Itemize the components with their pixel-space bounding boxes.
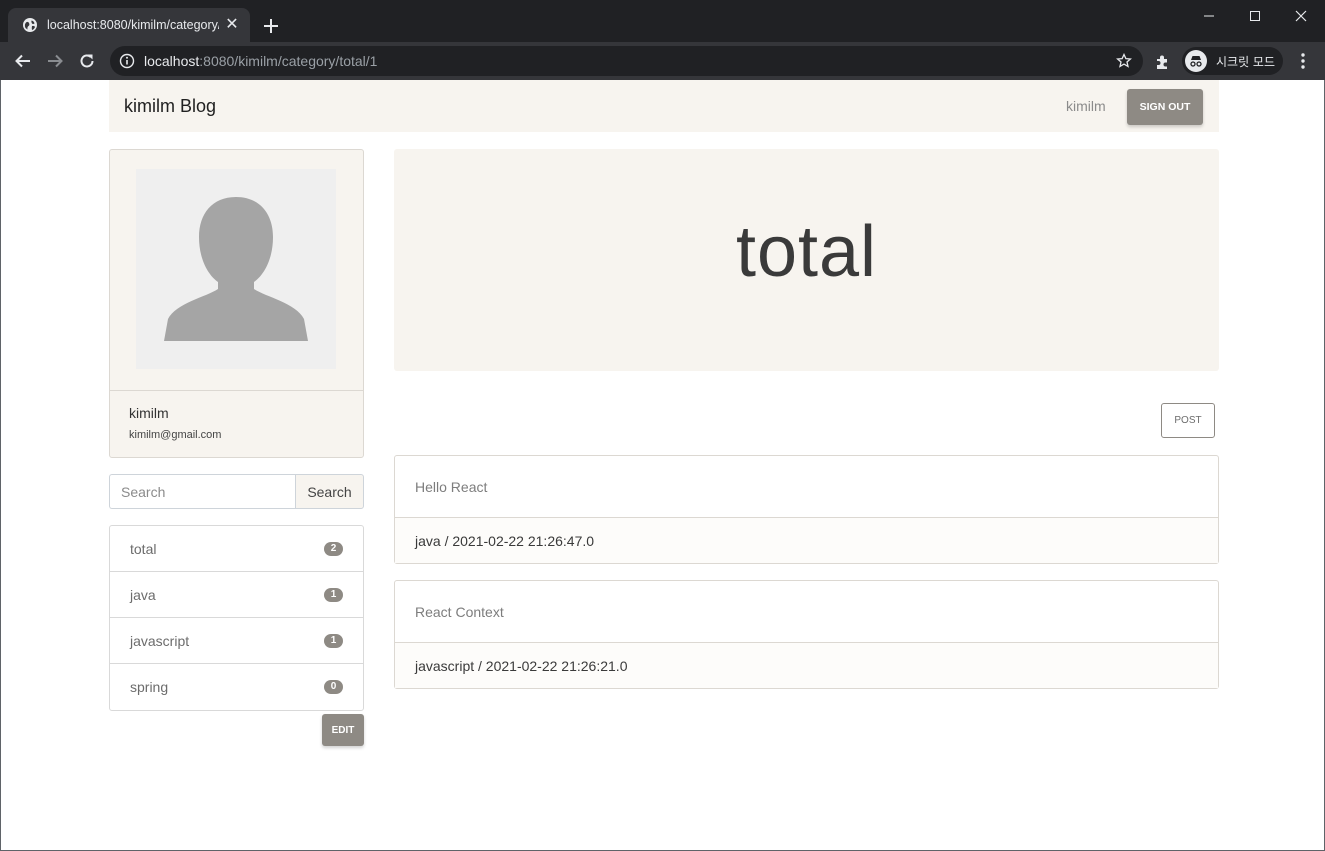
category-header: total — [394, 149, 1219, 371]
arrow-right-icon — [48, 54, 63, 68]
maximize-button[interactable] — [1232, 0, 1278, 32]
browser-tabstrip: localhost:8080/kimilm/category/total/1 ✕ — [0, 0, 1325, 42]
info-icon[interactable] — [119, 53, 135, 69]
category-item-java[interactable]: java 1 — [110, 572, 363, 618]
reload-icon — [80, 54, 94, 68]
close-tab-icon[interactable]: ✕ — [224, 17, 240, 33]
page-title: total — [735, 212, 878, 292]
category-label: spring — [130, 679, 169, 695]
tab-title: localhost:8080/kimilm/category/total/1 — [47, 18, 219, 32]
category-label: total — [130, 540, 157, 557]
new-post-button[interactable]: POST — [1161, 403, 1215, 438]
bookmark-star-icon[interactable] — [1116, 53, 1132, 69]
profile-card: kimilm kimilm@gmail.com — [109, 149, 364, 458]
category-label: java — [130, 586, 156, 603]
profile-email: kimilm@gmail.com — [129, 429, 222, 441]
edit-categories-button[interactable]: EDIT — [322, 714, 364, 746]
nav-username[interactable]: kimilm — [1066, 98, 1106, 114]
more-menu-icon[interactable] — [1293, 51, 1313, 71]
maximize-icon — [1250, 11, 1260, 21]
category-label: javascript — [130, 632, 190, 649]
post-footer: javascript / 2021-02-22 21:26:21.0 — [395, 642, 1218, 688]
category-list: total 2 java 1 javascript 1 spring 0 — [109, 525, 364, 711]
site-navbar: kimilm Blog kimilm SIGN OUT — [109, 80, 1219, 132]
close-window-button[interactable] — [1278, 0, 1324, 32]
post-meta: javascript / 2021-02-22 21:26:21.0 — [415, 658, 628, 674]
browser-toolbar: localhost:8080/kimilm/category/total/1 시… — [0, 42, 1325, 80]
category-count-badge: 2 — [324, 541, 343, 556]
post-meta: java / 2021-02-22 21:26:47.0 — [415, 533, 595, 549]
category-item-javascript[interactable]: javascript 1 — [110, 618, 363, 664]
url-text: localhost:8080/kimilm/category/total/1 — [144, 53, 378, 69]
category-item-spring[interactable]: spring 0 — [110, 664, 363, 710]
globe-icon — [23, 18, 37, 32]
back-button[interactable] — [11, 49, 35, 73]
search-button[interactable]: Search — [295, 474, 364, 509]
address-bar[interactable]: localhost:8080/kimilm/category/total/1 — [110, 46, 1143, 76]
post-card[interactable]: React Context javascript / 2021-02-22 21… — [394, 580, 1219, 689]
reload-button[interactable] — [75, 49, 99, 73]
new-tab-icon[interactable] — [259, 14, 283, 38]
category-count-badge: 0 — [324, 680, 343, 694]
profile-name: kimilm — [129, 405, 169, 421]
incognito-label: 시크릿 모드 — [1216, 54, 1276, 69]
incognito-badge[interactable]: 시크릿 모드 — [1182, 47, 1283, 75]
post-footer: java / 2021-02-22 21:26:47.0 — [395, 517, 1218, 563]
search-input[interactable] — [109, 474, 296, 509]
category-item-total[interactable]: total 2 — [110, 526, 363, 572]
user-silhouette-icon — [164, 197, 308, 341]
category-count-badge: 1 — [324, 633, 343, 648]
profile-divider — [110, 390, 363, 391]
page-viewport: kimilm Blog kimilm SIGN OUT kimilm kimil… — [0, 80, 1325, 851]
extensions-puzzle-icon[interactable] — [1154, 53, 1172, 71]
minimize-icon — [1204, 15, 1214, 17]
post-title[interactable]: Hello React — [415, 479, 487, 495]
category-count-badge: 1 — [324, 587, 343, 602]
post-card[interactable]: Hello React java / 2021-02-22 21:26:47.0 — [394, 455, 1219, 564]
post-title[interactable]: React Context — [415, 604, 504, 620]
incognito-icon — [1185, 50, 1207, 72]
browser-tab[interactable]: localhost:8080/kimilm/category/total/1 ✕ — [8, 8, 250, 42]
avatar — [136, 169, 336, 369]
forward-button[interactable] — [43, 49, 67, 73]
close-icon — [1295, 10, 1307, 22]
sign-out-button[interactable]: SIGN OUT — [1127, 89, 1203, 125]
brand-link[interactable]: kimilm Blog — [124, 96, 216, 117]
minimize-button[interactable] — [1186, 0, 1232, 32]
arrow-left-icon — [15, 54, 30, 68]
